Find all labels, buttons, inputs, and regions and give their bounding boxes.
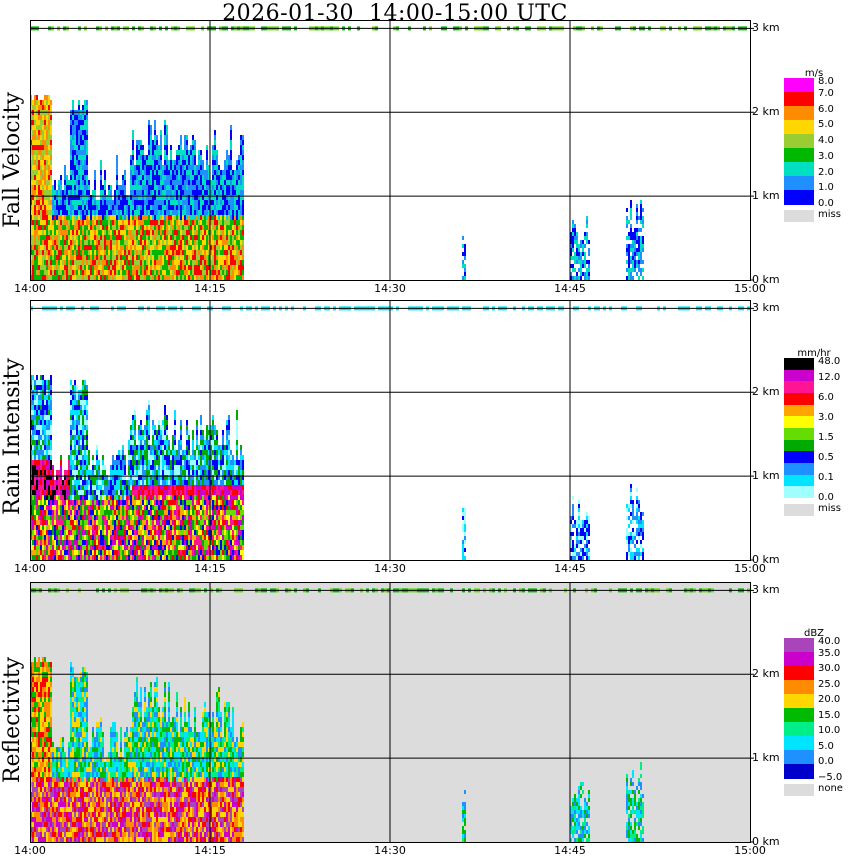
colorbar-swatch: [784, 736, 814, 751]
reflectivity-colorbar: dBZ 40.0 35.0 30.0 25.0 20.0 15.0 10.0 5.0 0.0 −5…: [784, 628, 844, 798]
colorbar-label: 48.0: [818, 356, 841, 367]
colorbar-label: 0.5: [818, 452, 834, 463]
height-tick-label: 2 km: [752, 385, 780, 399]
height-tick-label: 1 km: [752, 469, 780, 483]
missing-swatch: [784, 210, 814, 222]
colorbar-swatch: [784, 134, 814, 149]
time-tick-label: 14:30: [374, 844, 406, 857]
missing-swatch: [784, 784, 814, 796]
fall-velocity-colorbar: m/s 8.0 7.0 6.0 5.0 4.0 3.0 2.0 1.0 0.0 miss: [784, 68, 844, 228]
time-tick-label: 14:45: [554, 282, 586, 295]
missing-label: miss: [818, 209, 841, 220]
colorbar-swatch: [784, 404, 814, 417]
colorbar-swatch: [784, 722, 814, 737]
missing-label: none: [818, 783, 843, 794]
time-tick-label: 14:45: [554, 562, 586, 575]
colorbar-swatch: [784, 680, 814, 695]
time-tick-label: 14:00: [14, 282, 46, 295]
colorbar-swatch: [784, 638, 814, 653]
height-tick-label: 0 km: [752, 553, 780, 566]
time-tick-label: 14:30: [374, 282, 406, 295]
colorbar-swatch: [784, 176, 814, 191]
colorbar-label: 20.0: [818, 694, 841, 706]
colorbar-label: 25.0: [818, 678, 841, 690]
colorbar-label: −5.0: [818, 772, 843, 783]
colorbar-swatch: [784, 451, 814, 464]
height-tick-label: 2 km: [752, 667, 780, 681]
colorbar-swatch: [784, 78, 814, 93]
colorbar-swatch: [784, 358, 814, 371]
colorbar-label: 12.0: [818, 372, 841, 383]
colorbar-label: 4.0: [818, 135, 834, 146]
colorbar-swatch: [784, 750, 814, 765]
colorbar-label: 1.5: [818, 432, 834, 443]
colorbar-swatch: [784, 463, 814, 476]
colorbar-swatch: [784, 92, 814, 107]
colorbar-swatch: [784, 428, 814, 441]
colorbar-label: 3.0: [818, 412, 834, 423]
missing-swatch: [784, 504, 814, 516]
colorbar-swatch: [784, 148, 814, 163]
colorbar-swatch: [784, 666, 814, 681]
time-tick-label: 14:15: [194, 844, 226, 857]
colorbar-label: 3.0: [818, 150, 834, 162]
colorbar-swatch: [784, 393, 814, 406]
colorbar-swatch: [784, 652, 814, 667]
colorbar-label: 30.0: [818, 663, 841, 675]
height-tick-label: 0 km: [752, 273, 780, 286]
colorbar-label: 0.0: [818, 492, 834, 503]
colorbar-label: 5.0: [818, 119, 834, 131]
height-tick-label: 3 km: [752, 301, 780, 315]
height-tick-label: 1 km: [752, 751, 780, 765]
colorbar-label: 6.0: [818, 103, 834, 115]
colorbar-label: 0.0: [818, 756, 834, 768]
colorbar-label: 5.0: [818, 740, 834, 752]
height-tick-label: 1 km: [752, 189, 780, 203]
colorbar-swatch: [784, 474, 814, 487]
colorbar-label: 40.0: [818, 636, 841, 647]
time-tick-label: 14:45: [554, 844, 586, 857]
colorbar-label: 6.0: [818, 392, 834, 403]
colorbar-swatch: [784, 764, 814, 779]
colorbar-swatch: [784, 369, 814, 382]
time-tick-label: 14:15: [194, 282, 226, 295]
time-tick-label: 14:15: [194, 562, 226, 575]
height-tick-label: 2 km: [752, 105, 780, 119]
plots-svg: [30, 20, 754, 843]
colorbar-label: 10.0: [818, 725, 841, 737]
colorbar-label: 1.0: [818, 182, 834, 194]
colorbar-swatch: [784, 416, 814, 429]
height-tick-label: 3 km: [752, 583, 780, 597]
colorbar-swatch: [784, 190, 814, 205]
colorbar-label: 0.1: [818, 472, 834, 483]
colorbar-swatch: [784, 120, 814, 135]
colorbar-label: 8.0: [818, 76, 834, 87]
colorbar-label: 0.0: [818, 198, 834, 209]
colorbar-label: 7.0: [818, 87, 834, 99]
colorbar-swatch: [784, 694, 814, 709]
colorbar-swatch: [784, 439, 814, 452]
time-tick-label: 14:00: [14, 844, 46, 857]
colorbar-swatch: [784, 381, 814, 394]
time-tick-label: 14:30: [374, 562, 406, 575]
height-tick-label: 3 km: [752, 21, 780, 35]
colorbar-swatch: [784, 106, 814, 121]
colorbar-swatch: [784, 708, 814, 723]
colorbar-swatch: [784, 162, 814, 177]
colorbar-label: 35.0: [818, 647, 841, 659]
colorbar-label: 2.0: [818, 166, 834, 178]
missing-label: miss: [818, 503, 841, 514]
time-tick-label: 14:00: [14, 562, 46, 575]
rain-intensity-colorbar: mm/hr 48.0 12.0 6.0 3.0 1.5 0.5 0.1 0.0 miss: [784, 348, 844, 518]
colorbar-label: 15.0: [818, 709, 841, 721]
colorbar-swatch: [784, 486, 814, 499]
height-tick-label: 0 km: [752, 835, 780, 848]
